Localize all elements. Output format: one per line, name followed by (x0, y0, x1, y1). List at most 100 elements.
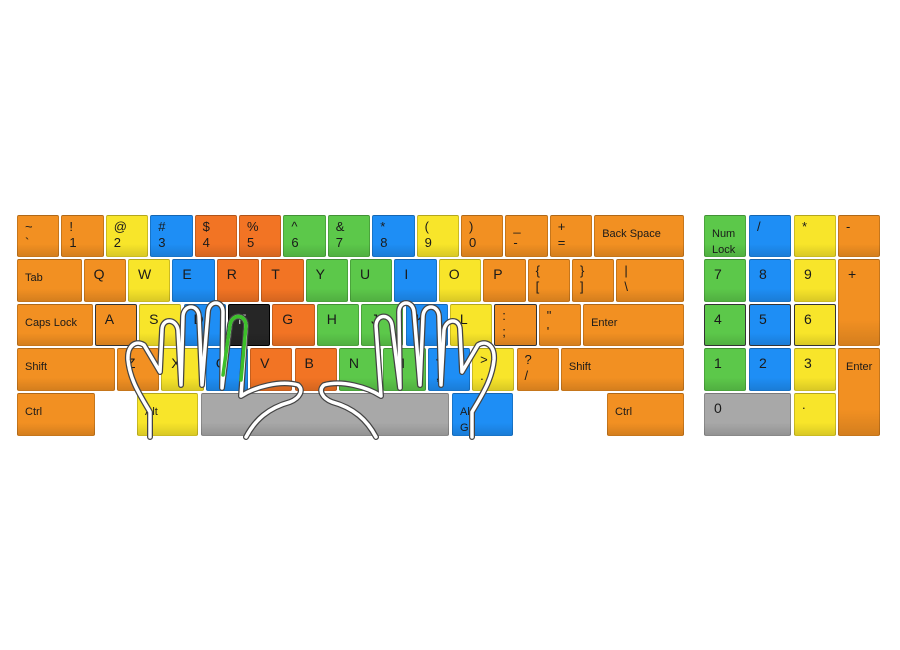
key-r[interactable]: R (216, 259, 260, 302)
key-label: C (215, 355, 226, 371)
key-i[interactable]: I (394, 259, 437, 302)
key-rctrl[interactable]: Ctrl (607, 393, 684, 436)
key-np1[interactable]: 1 (704, 348, 746, 391)
key-numlock[interactable]: Num Lock (704, 215, 746, 257)
key-y[interactable]: Y (305, 259, 348, 302)
key-s[interactable]: S (139, 304, 182, 346)
key-backslash[interactable]: | \ (616, 259, 685, 302)
key-q[interactable]: Q (83, 259, 126, 302)
key-c[interactable]: C (205, 348, 249, 391)
key-3[interactable]: # 3 (150, 215, 193, 257)
key-g[interactable]: G (272, 304, 315, 346)
key-label: Z (126, 355, 136, 371)
key-minus[interactable]: _ - (505, 215, 548, 257)
key-u[interactable]: U (350, 259, 393, 302)
key-np8[interactable]: 8 (749, 259, 791, 302)
key-0[interactable]: ) 0 (461, 215, 504, 257)
key-j[interactable]: J (361, 304, 404, 346)
key-z[interactable]: Z (116, 348, 160, 391)
key-np2[interactable]: 2 (749, 348, 791, 391)
key-label: E (182, 266, 192, 282)
key-tilde[interactable]: ~ ` (17, 215, 60, 257)
key-quote[interactable]: " ' (538, 304, 582, 346)
key-label: Enter (846, 361, 873, 373)
key-e[interactable]: E (172, 259, 215, 302)
key-label: _ - (513, 219, 521, 250)
key-capslock[interactable]: Caps Lock (17, 304, 93, 346)
key-label: I (404, 266, 409, 282)
key-f[interactable]: F (227, 304, 271, 346)
key-label: } ] (580, 263, 585, 294)
key-m[interactable]: M (383, 348, 426, 391)
key-9[interactable]: ( 9 (416, 215, 459, 257)
key-np0[interactable]: 0 (704, 393, 791, 436)
key-np_minus[interactable]: - (838, 215, 880, 257)
key-np3[interactable]: 3 (794, 348, 836, 391)
key-4[interactable]: $ 4 (194, 215, 237, 257)
key-5[interactable]: % 5 (239, 215, 282, 257)
key-np9[interactable]: 9 (794, 259, 836, 302)
key-np_enter[interactable]: Enter (838, 348, 880, 436)
key-alt[interactable]: Alt (137, 393, 198, 436)
key-np_divide[interactable]: / (749, 215, 791, 257)
key-slash[interactable]: ? / (516, 348, 559, 391)
key-period[interactable]: > . (472, 348, 515, 391)
key-label: B (304, 355, 314, 371)
key-np4[interactable]: 4 (704, 304, 746, 346)
key-np5[interactable]: 5 (749, 304, 791, 346)
key-tab[interactable]: Tab (17, 259, 82, 302)
key-lbracket[interactable]: { [ (527, 259, 570, 302)
key-2[interactable]: @ 2 (105, 215, 149, 257)
key-h[interactable]: H (316, 304, 360, 346)
key-label: Back Space (602, 228, 661, 240)
key-label: / (757, 219, 761, 234)
key-label: - (846, 219, 851, 234)
key-np7[interactable]: 7 (704, 259, 746, 302)
key-lshift[interactable]: Shift (17, 348, 115, 391)
key-o[interactable]: O (438, 259, 482, 302)
key-label: 9 (804, 266, 812, 282)
key-8[interactable]: * 8 (372, 215, 415, 257)
key-lctrl[interactable]: Ctrl (17, 393, 95, 436)
key-6[interactable]: ^ 6 (283, 215, 326, 257)
key-label: > . (480, 352, 488, 383)
key-semicolon[interactable]: : ; (494, 304, 537, 346)
key-label: V (260, 355, 270, 371)
key-b[interactable]: B (294, 348, 337, 391)
key-a[interactable]: A (94, 304, 138, 346)
key-label: Shift (568, 361, 591, 373)
key-1[interactable]: ! 1 (61, 215, 104, 257)
key-altgr[interactable]: Alt Gr (452, 393, 513, 436)
key-label: A (104, 311, 115, 327)
key-label: L (459, 311, 468, 327)
key-np_plus[interactable]: + (838, 259, 880, 346)
key-space[interactable] (201, 393, 449, 436)
key-np_decimal[interactable]: . (794, 393, 836, 436)
key-label: Alt (145, 406, 158, 418)
key-np6[interactable]: 6 (794, 304, 836, 346)
key-d[interactable]: D (183, 304, 226, 346)
key-label: 8 (759, 266, 767, 282)
key-p[interactable]: P (483, 259, 526, 302)
key-v[interactable]: V (250, 348, 293, 391)
key-label: | \ (624, 263, 629, 294)
key-rbracket[interactable]: } ] (572, 259, 615, 302)
key-np_multiply[interactable]: * (794, 215, 836, 257)
key-w[interactable]: W (128, 259, 171, 302)
key-label: Caps Lock (25, 317, 77, 329)
key-equals[interactable]: + = (549, 215, 593, 257)
key-label: 4 (714, 311, 722, 327)
key-label: D (193, 311, 204, 327)
key-enter[interactable]: Enter (583, 304, 685, 346)
key-l[interactable]: L (449, 304, 493, 346)
key-comma[interactable]: < , (427, 348, 471, 391)
key-k[interactable]: K (405, 304, 448, 346)
key-x[interactable]: X (161, 348, 204, 391)
key-7[interactable]: & 7 (327, 215, 371, 257)
key-t[interactable]: T (261, 259, 304, 302)
key-n[interactable]: N (338, 348, 382, 391)
key-label: * (802, 219, 808, 234)
key-rshift[interactable]: Shift (560, 348, 685, 391)
key-label: G (282, 311, 294, 327)
key-backspace[interactable]: Back Space (594, 215, 685, 257)
